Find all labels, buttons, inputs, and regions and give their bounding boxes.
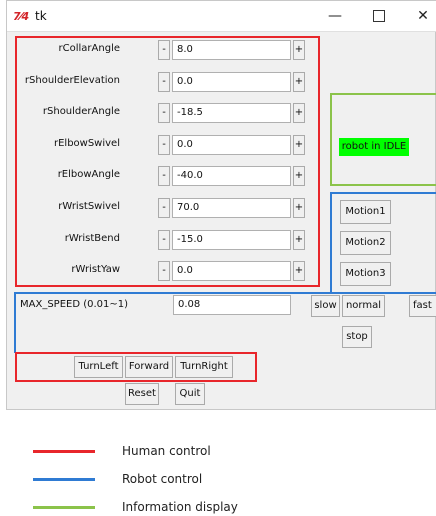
- legend-label: Human control: [122, 444, 211, 458]
- joint-label: rShoulderAngle: [42, 106, 120, 118]
- legend-swatch: [33, 478, 95, 481]
- joint-label: rElbowAngle: [57, 169, 120, 181]
- max-speed-label: MAX_SPEED (0.01~1): [20, 299, 129, 310]
- maximize-icon[interactable]: [367, 7, 391, 25]
- joint-label: rWristBend: [64, 232, 120, 244]
- legend-label: Information display: [122, 500, 238, 514]
- slow-button[interactable]: slow: [311, 295, 340, 317]
- decrement-button[interactable]: -: [158, 71, 170, 92]
- legend-swatch: [33, 450, 95, 453]
- motion1-button[interactable]: Motion1: [340, 200, 391, 224]
- joint-value-input[interactable]: 0.0: [172, 71, 291, 92]
- decrement-button[interactable]: -: [158, 261, 170, 282]
- increment-button[interactable]: +: [293, 40, 305, 60]
- reset-button[interactable]: Reset: [125, 383, 159, 405]
- joint-value-input[interactable]: 0.0: [172, 134, 291, 155]
- joint-row: rShoulderElevation -0.0 +: [0, 70, 305, 94]
- fast-button[interactable]: fast: [409, 295, 436, 317]
- joint-value-input[interactable]: 70.0: [172, 198, 291, 218]
- legend-label: Robot control: [122, 472, 203, 486]
- joint-row: rElbowAngle - -40.0 +: [0, 164, 305, 188]
- decrement-button[interactable]: -: [158, 134, 170, 155]
- turn-left-button[interactable]: TurnLeft: [74, 356, 123, 378]
- legend-human-control: Human control: [33, 442, 393, 460]
- joint-label: rCollarAngle: [58, 43, 120, 54]
- forward-button[interactable]: Forward: [125, 356, 173, 378]
- increment-button[interactable]: +: [293, 134, 305, 155]
- turn-right-button[interactable]: TurnRight: [175, 356, 233, 378]
- minimize-icon[interactable]: —: [323, 7, 347, 25]
- increment-button[interactable]: +: [293, 229, 305, 250]
- quit-button[interactable]: Quit: [175, 383, 205, 405]
- decrement-button[interactable]: -: [158, 198, 170, 218]
- max-speed-input[interactable]: 0.08: [173, 295, 291, 315]
- motion3-button[interactable]: Motion3: [340, 262, 391, 286]
- decrement-button[interactable]: -: [158, 166, 170, 187]
- joint-value-input[interactable]: -18.5: [172, 103, 291, 124]
- legend-swatch: [33, 506, 95, 509]
- legend-robot-control: Robot control: [33, 470, 393, 488]
- joint-row: rCollarAngle -8.0 +: [0, 38, 305, 62]
- joint-row: rWristSwivel -70.0 +: [0, 196, 305, 220]
- increment-button[interactable]: +: [293, 261, 305, 282]
- joint-label: rWristSwivel: [58, 201, 120, 212]
- increment-button[interactable]: +: [293, 71, 305, 92]
- joint-row: rWristBend - -15.0 +: [0, 228, 305, 252]
- joint-row: rShoulderAngle - -18.5 +: [0, 101, 305, 125]
- joint-value-input[interactable]: -40.0: [172, 166, 291, 187]
- joint-value-input[interactable]: -15.0: [172, 229, 291, 250]
- feather-icon: 7⁄4: [13, 10, 29, 23]
- joint-value-input[interactable]: 0.0: [172, 261, 291, 282]
- title-bar: 7⁄4 tk — ✕: [7, 1, 436, 32]
- legend-information-display: Information display: [33, 498, 393, 516]
- joint-label: rWristYaw: [71, 264, 120, 276]
- joint-row: rWristYaw -0.0 +: [0, 259, 305, 283]
- decrement-button[interactable]: -: [158, 103, 170, 124]
- motion2-button[interactable]: Motion2: [340, 231, 391, 255]
- stop-button[interactable]: stop: [342, 326, 372, 348]
- decrement-button[interactable]: -: [158, 40, 170, 60]
- joint-label: rShoulderElevation: [24, 74, 120, 86]
- window-title: tk: [35, 9, 47, 23]
- normal-button[interactable]: normal: [342, 295, 385, 317]
- close-icon[interactable]: ✕: [411, 7, 435, 25]
- increment-button[interactable]: +: [293, 103, 305, 124]
- robot-status-label: robot in IDLE: [339, 138, 409, 156]
- decrement-button[interactable]: -: [158, 229, 170, 250]
- joint-label: rElbowSwivel: [53, 137, 120, 149]
- joint-value-input[interactable]: 8.0: [172, 40, 291, 60]
- increment-button[interactable]: +: [293, 166, 305, 187]
- joint-row: rElbowSwivel -0.0 +: [0, 133, 305, 157]
- increment-button[interactable]: +: [293, 198, 305, 218]
